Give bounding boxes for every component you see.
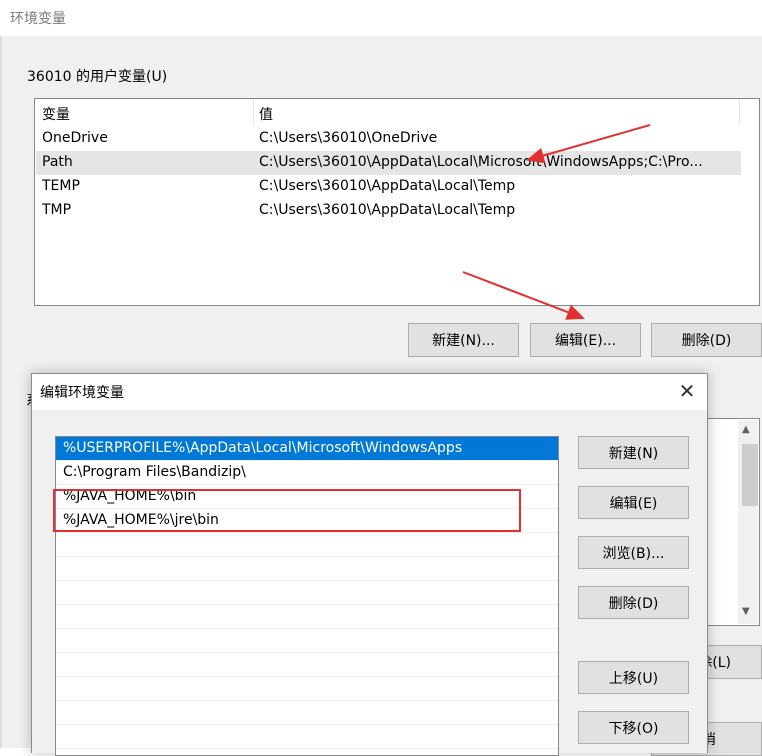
arrow-to-path-row — [526, 124, 651, 164]
arrow-to-edit-button — [462, 271, 585, 320]
annotation-arrows — [462, 124, 651, 320]
